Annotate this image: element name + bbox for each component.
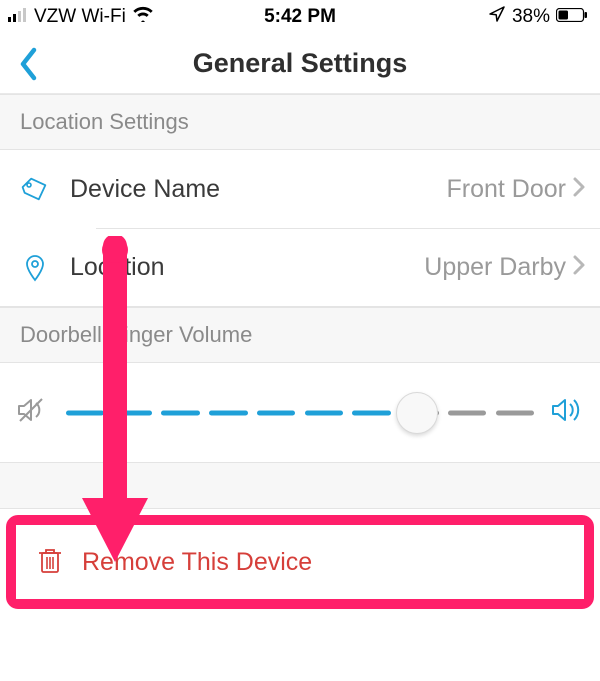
remove-device-button[interactable]: Remove This Device [16, 525, 584, 599]
volume-mute-icon[interactable] [16, 395, 50, 430]
status-right: 38% [488, 5, 588, 29]
volume-slider[interactable] [66, 393, 534, 433]
tag-icon [20, 174, 56, 204]
location-label: Location [70, 253, 165, 282]
row-device-name[interactable]: Device Name Front Door [0, 150, 600, 228]
device-name-value: Front Door [447, 175, 566, 204]
cellular-signal-icon [8, 6, 28, 28]
volume-row [0, 363, 600, 463]
highlight-box: Remove This Device [6, 515, 594, 609]
battery-icon [556, 6, 588, 28]
location-arrow-icon [488, 5, 506, 29]
row-location[interactable]: Location Upper Darby [0, 229, 600, 307]
pin-icon [20, 253, 56, 283]
volume-up-icon[interactable] [550, 395, 584, 430]
section-header-volume: Doorbell Ringer Volume [0, 307, 600, 363]
section-header-location: Location Settings [0, 94, 600, 150]
device-name-label: Device Name [70, 175, 220, 204]
chevron-left-icon [18, 46, 40, 82]
chevron-right-icon [572, 176, 586, 203]
remove-area: Remove This Device [0, 515, 600, 609]
back-button[interactable] [6, 34, 52, 93]
remove-device-label: Remove This Device [82, 548, 312, 577]
nav-bar: General Settings [0, 34, 600, 94]
page-title: General Settings [193, 48, 408, 79]
slider-thumb[interactable] [396, 392, 438, 434]
spacer [0, 463, 600, 509]
carrier-label: VZW Wi-Fi [34, 6, 126, 28]
status-left: VZW Wi-Fi [8, 6, 154, 28]
trash-icon [36, 545, 64, 580]
status-bar: VZW Wi-Fi 5:42 PM 38% [0, 0, 600, 34]
location-value: Upper Darby [424, 253, 566, 282]
chevron-right-icon [572, 254, 586, 281]
battery-pct: 38% [512, 6, 550, 28]
wifi-icon [132, 6, 154, 28]
